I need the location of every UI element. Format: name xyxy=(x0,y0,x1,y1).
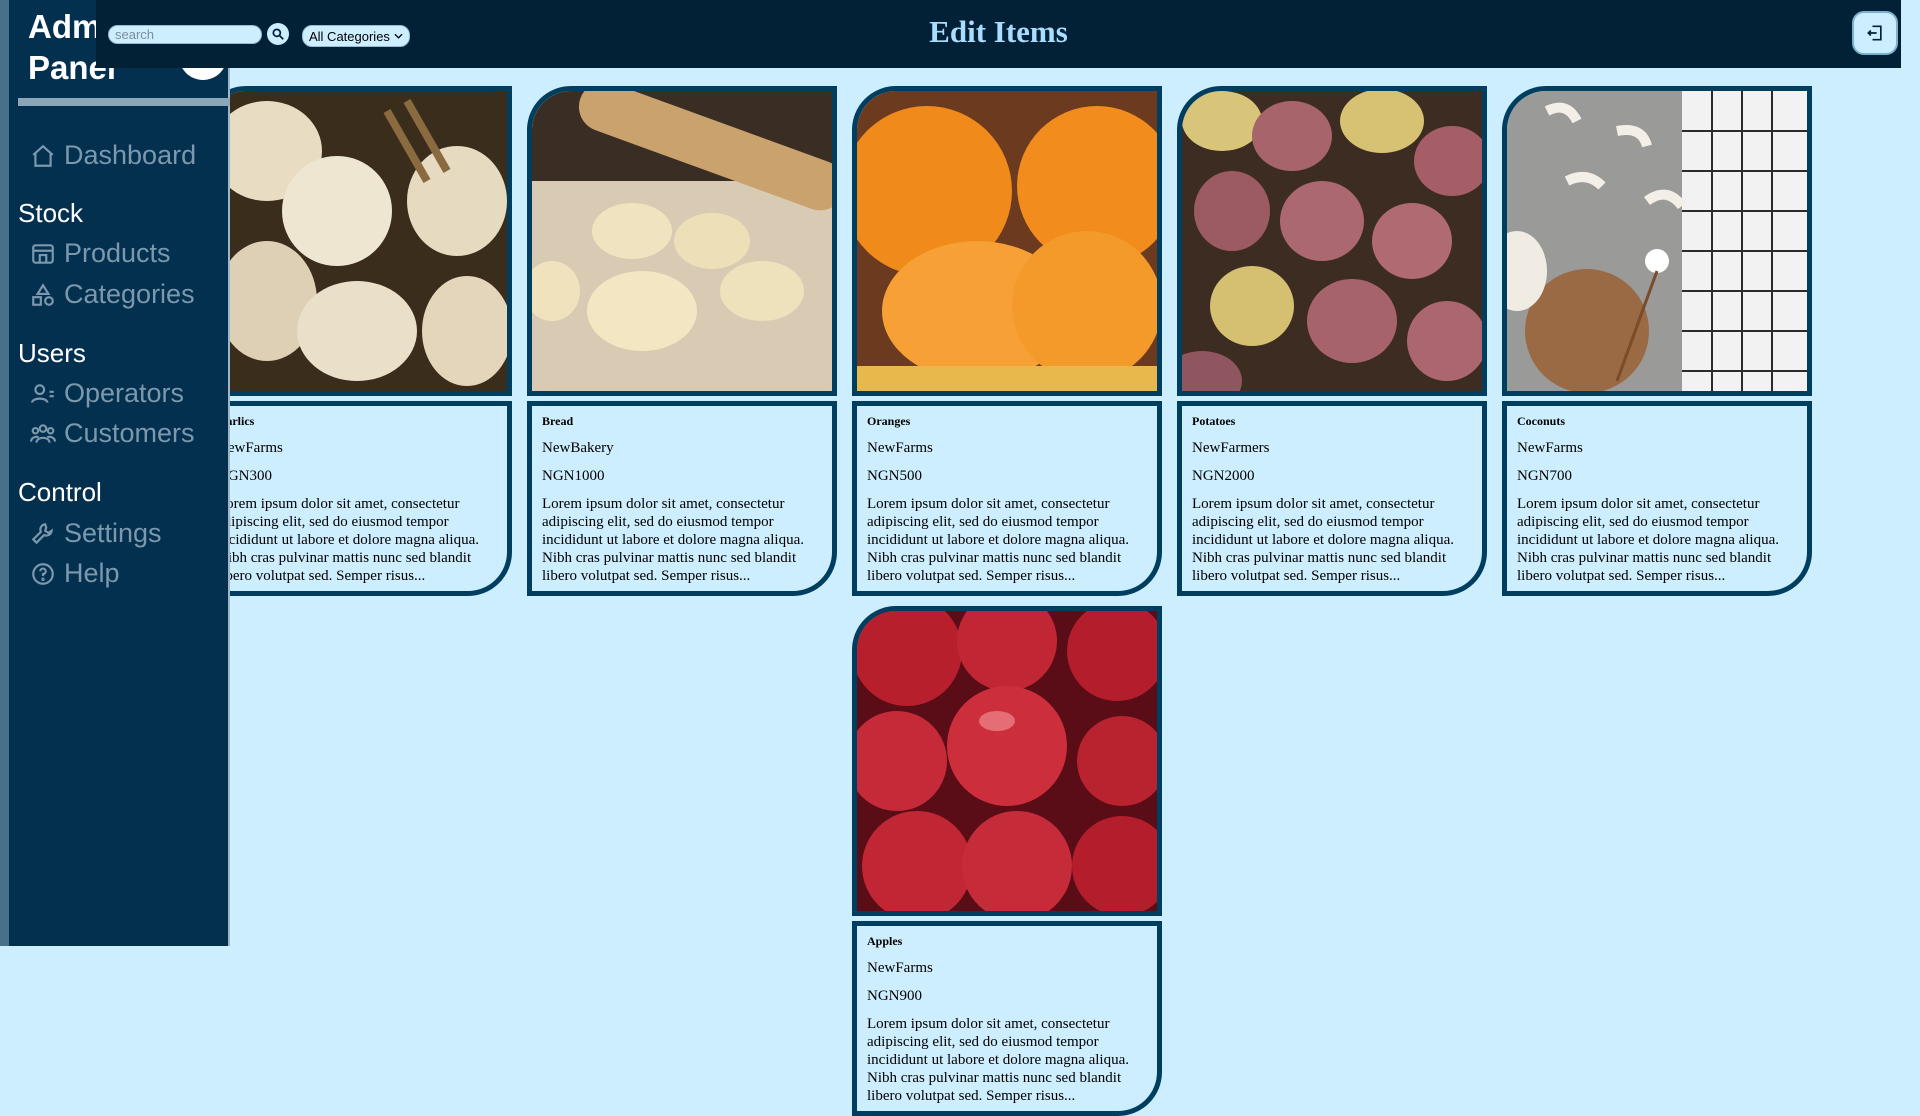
product-description: Lorem ipsum dolor sit amet, consectetur … xyxy=(867,1016,1130,1104)
product-seller: NewFarms xyxy=(1517,440,1583,456)
product-name: Oranges xyxy=(867,414,911,428)
sidebar-item-customers[interactable]: Customers xyxy=(30,418,195,449)
page-title: Edit Items xyxy=(929,14,1068,49)
product-seller: NewFarms xyxy=(867,960,933,976)
potatoes-image xyxy=(1182,91,1482,391)
sidebar-item-categories[interactable]: Categories xyxy=(30,279,195,310)
product-price: NGN1000 xyxy=(542,468,605,484)
coconuts-image xyxy=(1507,91,1807,391)
product-seller: NewFarms xyxy=(867,440,933,456)
product-image-oranges[interactable] xyxy=(852,86,1162,396)
sidebar-item-dashboard[interactable]: Dashboard xyxy=(30,140,196,171)
users-group-icon xyxy=(30,423,56,443)
product-details[interactable]: Potatoes NewFarmers NGN2000 Lorem ipsum … xyxy=(1177,401,1487,596)
product-details[interactable]: Coconuts NewFarms NGN700 Lorem ipsum dol… xyxy=(1502,401,1812,596)
shapes-icon xyxy=(32,282,54,306)
sidebar-item-products[interactable]: Products xyxy=(30,238,171,269)
product-name: Coconuts xyxy=(1517,414,1566,428)
product-price: NGN2000 xyxy=(1192,468,1255,484)
product-details[interactable]: Garlics NewFarms NGN300 Lorem ipsum dolo… xyxy=(202,401,512,596)
sidebar: Adm Panel Dashboard Stock Products Categ… xyxy=(0,0,230,946)
product-details[interactable]: Bread NewBakery NGN1000 Lorem ipsum dolo… xyxy=(527,401,837,596)
product-details[interactable]: Oranges NewFarms NGN500 Lorem ipsum dolo… xyxy=(852,401,1162,596)
product-image-coconuts[interactable] xyxy=(1502,86,1812,396)
sidebar-item-help[interactable]: Help xyxy=(30,558,120,589)
sidebar-heading-users: Users xyxy=(18,338,86,368)
sidebar-item-label: Operators xyxy=(64,378,185,408)
store-icon xyxy=(32,243,54,264)
bread-image xyxy=(532,91,832,391)
user-settings-icon xyxy=(31,383,54,403)
product-description: Lorem ipsum dolor sit amet, consectetur … xyxy=(1517,496,1780,584)
sidebar-item-label: Settings xyxy=(64,518,162,548)
apples-image xyxy=(857,611,1157,911)
sidebar-item-label: Categories xyxy=(64,279,195,309)
product-description: Lorem ipsum dolor sit amet, consectetur … xyxy=(217,496,480,584)
wrench-icon xyxy=(31,522,54,544)
sidebar-item-label: Customers xyxy=(64,418,195,448)
top-bar: All Categories Edit Items xyxy=(96,0,1901,68)
logout-button[interactable] xyxy=(1852,11,1898,55)
garlic-image xyxy=(207,91,507,391)
help-icon xyxy=(32,562,54,585)
sidebar-item-operators[interactable]: Operators xyxy=(30,378,184,409)
product-price: NGN300 xyxy=(217,468,272,484)
product-price: NGN500 xyxy=(867,468,922,484)
product-image-bread[interactable] xyxy=(527,86,837,396)
product-seller: NewFarms xyxy=(217,440,283,456)
product-name: Apples xyxy=(867,934,903,948)
product-image-garlic[interactable] xyxy=(202,86,512,396)
product-price: NGN700 xyxy=(1517,468,1572,484)
product-description: Lorem ipsum dolor sit amet, consectetur … xyxy=(1192,496,1455,584)
product-name: Garlics xyxy=(217,414,255,428)
product-image-potatoes[interactable] xyxy=(1177,86,1487,396)
product-description: Lorem ipsum dolor sit amet, consectetur … xyxy=(867,496,1130,584)
divider xyxy=(18,98,230,106)
sidebar-heading-control: Control xyxy=(18,477,102,507)
sidebar-item-label: Dashboard xyxy=(64,140,197,170)
product-name: Potatoes xyxy=(1192,414,1236,428)
home-icon xyxy=(32,144,54,167)
oranges-image xyxy=(857,91,1157,391)
product-price: NGN900 xyxy=(867,988,922,1004)
sidebar-heading-stock: Stock xyxy=(18,198,84,228)
sidebar-item-settings[interactable]: Settings xyxy=(30,518,162,549)
product-name: Bread xyxy=(542,414,574,428)
product-seller: NewFarmers xyxy=(1192,440,1270,456)
product-image-apples[interactable] xyxy=(852,606,1162,916)
product-description: Lorem ipsum dolor sit amet, consectetur … xyxy=(542,496,805,584)
exit-icon xyxy=(1867,25,1882,41)
product-seller: NewBakery xyxy=(542,440,614,456)
product-details[interactable]: Apples NewFarms NGN900 Lorem ipsum dolor… xyxy=(852,921,1162,1116)
sidebar-item-label: Products xyxy=(64,238,171,268)
sidebar-item-label: Help xyxy=(64,558,120,588)
